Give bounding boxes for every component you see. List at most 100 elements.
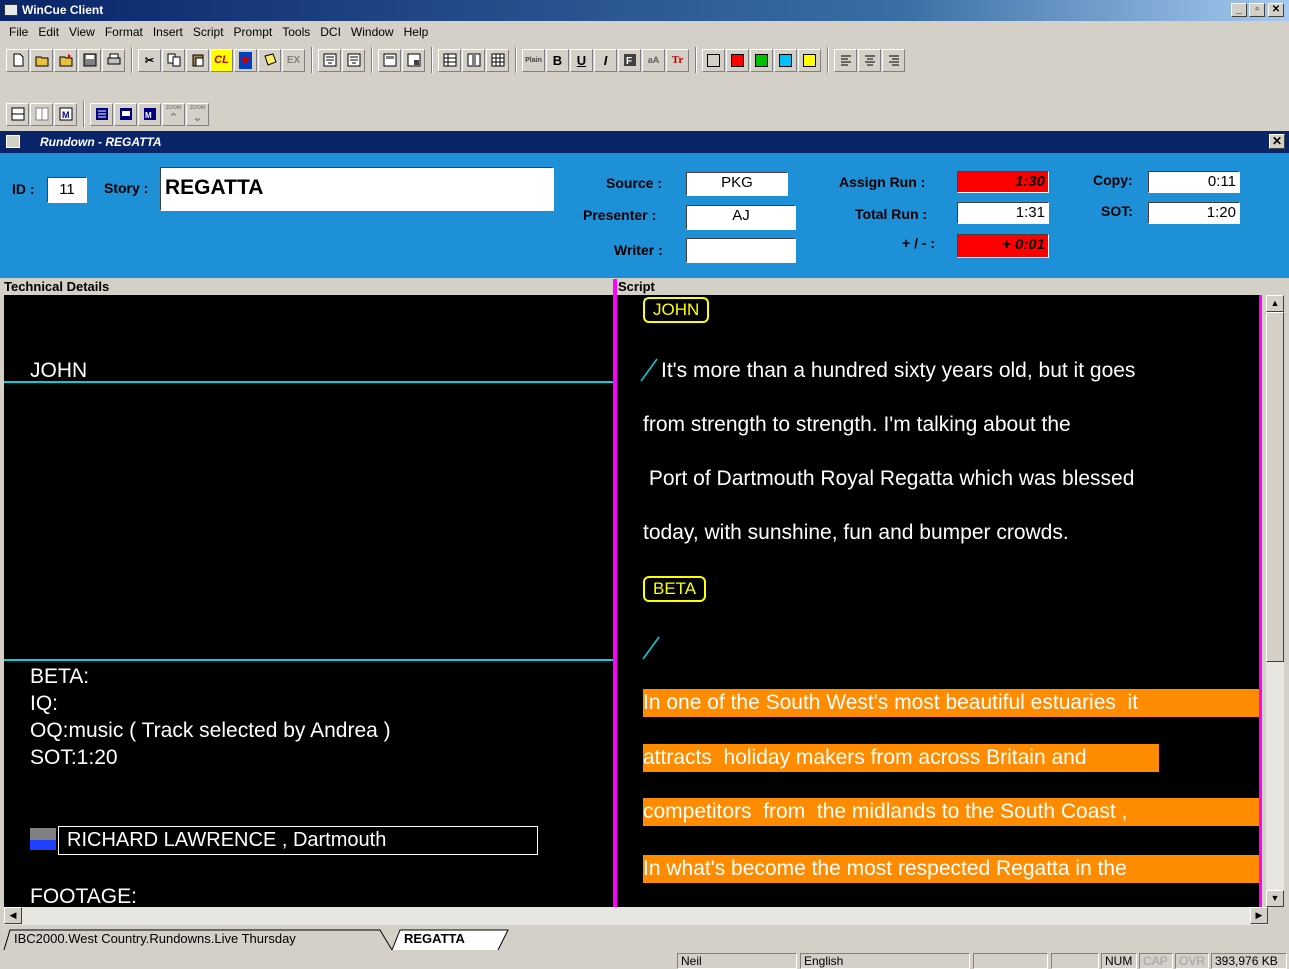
vertical-scrollbar[interactable]: ▲ ▼ (1266, 295, 1284, 907)
align-right-icon[interactable] (882, 48, 905, 72)
tab-rundown-list[interactable]: IBC2000.West Country.Rundowns.Live Thurs… (14, 928, 296, 950)
layout-a-icon[interactable] (378, 48, 401, 72)
story-header-panel: ID : 11 Story : REGATTA Source : PKG Pre… (0, 153, 1289, 278)
rundown-close-button[interactable]: ✕ (1269, 134, 1285, 149)
color-red-button[interactable] (726, 48, 749, 72)
story-label: Story : (104, 180, 149, 196)
script-pane[interactable]: JOHN It's more than a hundred sixty year… (617, 295, 1261, 907)
close-button[interactable]: ✕ (1268, 3, 1284, 17)
note-icon[interactable] (258, 48, 281, 72)
assign-run-field[interactable]: 1:30 (957, 171, 1049, 193)
toolbar-separator (431, 47, 433, 73)
scroll-up-icon[interactable]: ▲ (1266, 295, 1284, 312)
menu-help[interactable]: Help (399, 25, 434, 39)
split-horizontal-icon[interactable] (6, 102, 29, 126)
menu-view[interactable]: View (64, 25, 100, 39)
copy-icon[interactable] (162, 48, 185, 72)
align-left-icon[interactable] (834, 48, 857, 72)
iq-line: IQ: (30, 692, 59, 715)
restore-button[interactable]: ▫ (1249, 3, 1265, 17)
underline-button[interactable]: U (570, 48, 593, 72)
color-white-button[interactable] (702, 48, 725, 72)
font-color-icon[interactable]: F (618, 48, 641, 72)
zoom-in-icon: ⌃ (168, 111, 179, 124)
color-green-button[interactable] (750, 48, 773, 72)
ex-button[interactable]: EX (282, 48, 305, 72)
status-ovr: OVR (1175, 953, 1209, 969)
window-system-icon[interactable] (6, 135, 20, 148)
new-icon[interactable] (6, 48, 29, 72)
menu-dci[interactable]: DCI (315, 25, 346, 39)
menu-prompt[interactable]: Prompt (229, 25, 278, 39)
caption-box[interactable]: RICHARD LAWRENCE , Dartmouth (58, 826, 538, 855)
technical-details-pane[interactable]: JOHN BETA: IQ: OQ:music ( Track selected… (4, 295, 615, 907)
minimize-button[interactable]: _ (1231, 3, 1247, 17)
heart-icon[interactable]: ♥ (234, 48, 257, 72)
scroll-right-icon[interactable]: ▶ (1250, 907, 1268, 924)
zoom-out-button[interactable]: ZOOM ⌄ (186, 102, 209, 126)
difference-field[interactable]: + 0:01 (957, 234, 1049, 258)
open-icon[interactable] (30, 48, 53, 72)
plain-button[interactable]: Plain (522, 48, 545, 72)
source-field[interactable]: PKG (686, 172, 788, 196)
id-field[interactable]: 11 (47, 177, 87, 203)
sot-field[interactable]: 1:20 (1148, 202, 1240, 224)
copy-field[interactable]: 0:11 (1148, 171, 1240, 193)
menu-tools[interactable]: Tools (277, 25, 315, 39)
prompt-up-icon[interactable] (342, 48, 365, 72)
script-view-icon[interactable] (114, 102, 137, 126)
writer-label: Writer : (614, 242, 663, 258)
menu-insert[interactable]: Insert (148, 25, 188, 39)
zoom-in-button[interactable]: ZOOM ⌃ (162, 102, 185, 126)
script-line: from strength to strength. I'm talking a… (643, 413, 1071, 436)
grid-icon[interactable] (438, 48, 461, 72)
horizontal-scrollbar[interactable]: ◀ ▶ (4, 907, 1268, 925)
writer-field[interactable] (686, 238, 796, 263)
cl-button[interactable]: CL (210, 48, 233, 72)
presenter-tag-john[interactable]: JOHN (643, 297, 710, 323)
script-line: It's more than a hundred sixty years old… (661, 359, 1136, 382)
scroll-left-icon[interactable]: ◀ (4, 907, 22, 924)
menu-file[interactable]: File (4, 25, 33, 39)
script-line: Port of Dartmouth Royal Regatta which wa… (643, 467, 1135, 490)
status-empty-2 (1051, 953, 1099, 969)
align-center-icon[interactable] (858, 48, 881, 72)
total-run-field[interactable]: 1:31 (957, 202, 1049, 224)
italic-button[interactable]: I (594, 48, 617, 72)
prompt-down-icon[interactable] (318, 48, 341, 72)
macro-view-icon[interactable]: M (138, 102, 161, 126)
paste-icon[interactable] (186, 48, 209, 72)
open-folder-icon[interactable] (54, 48, 77, 72)
source-tag-beta[interactable]: BETA (643, 576, 707, 602)
column-icon[interactable] (462, 48, 485, 72)
layout-b-icon[interactable] (402, 48, 425, 72)
save-icon[interactable] (78, 48, 101, 72)
zoom-out-icon: ⌄ (192, 111, 203, 124)
case-button[interactable]: aA (642, 48, 665, 72)
tab-regatta[interactable]: REGATTA (404, 928, 465, 950)
print-icon[interactable] (102, 48, 125, 72)
scroll-down-icon[interactable]: ▼ (1266, 890, 1284, 907)
menu-script[interactable]: Script (188, 25, 229, 39)
color-cyan-button[interactable] (774, 48, 797, 72)
color-yellow-button[interactable] (798, 48, 821, 72)
script-line: today, with sunshine, fun and bumper cro… (643, 521, 1069, 544)
table-icon[interactable] (486, 48, 509, 72)
status-num: NUM (1101, 953, 1137, 969)
scroll-thumb[interactable] (1266, 312, 1284, 662)
menu-edit[interactable]: Edit (33, 25, 64, 39)
font-button[interactable]: Tr (666, 48, 689, 72)
bold-button[interactable]: B (546, 48, 569, 72)
technical-details-header: Technical Details (4, 279, 614, 296)
split-vertical-icon[interactable] (30, 102, 53, 126)
menu-window[interactable]: Window (346, 25, 399, 39)
menu-format[interactable]: Format (100, 25, 148, 39)
cue-divider-line (4, 659, 615, 661)
app-title: WinCue Client (22, 3, 104, 17)
rundown-view-icon[interactable] (90, 102, 113, 126)
monitor-icon[interactable]: M (54, 102, 77, 126)
story-field[interactable]: REGATTA (160, 167, 554, 211)
swatch-white (707, 53, 720, 67)
cut-icon[interactable]: ✂ (138, 48, 161, 72)
presenter-field[interactable]: AJ (686, 205, 796, 230)
